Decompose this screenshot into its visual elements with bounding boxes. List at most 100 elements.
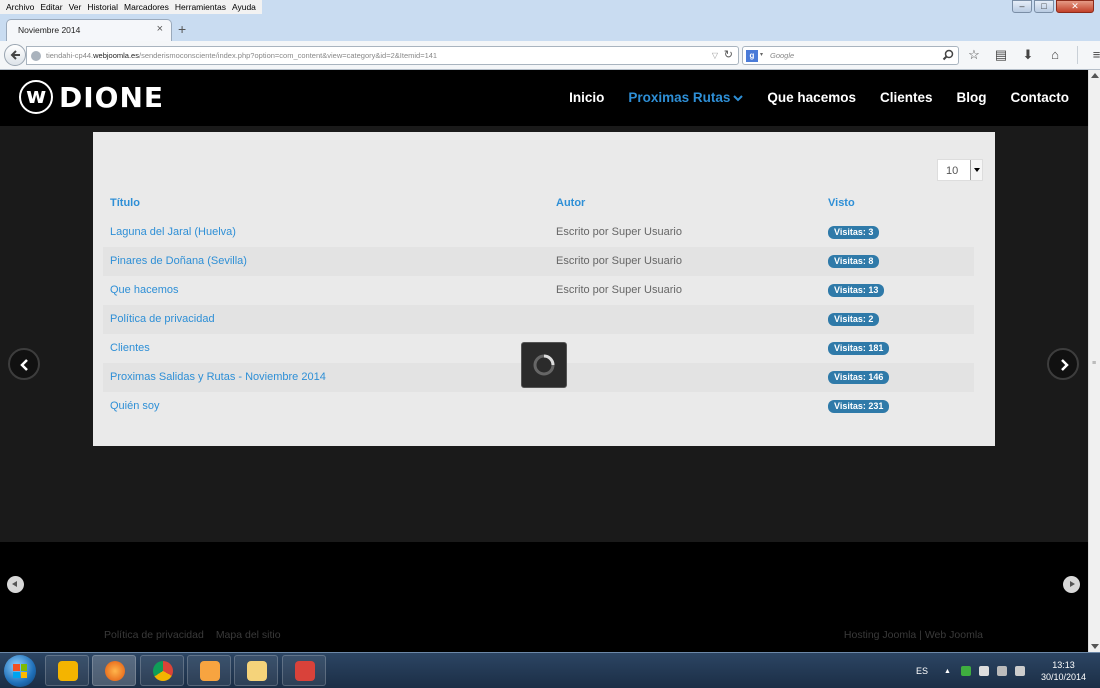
article-link[interactable]: Política de privacidad <box>110 313 215 325</box>
navigation-toolbar: tiendahi-cp44.webjoomla.es/senderismocon… <box>0 41 1100 70</box>
start-button[interactable] <box>4 655 36 687</box>
site-header: w DIONE Inicio Proximas Rutas Que hacemo… <box>0 70 1088 126</box>
tray-app-icon[interactable] <box>960 666 971 676</box>
nav-que-hacemos[interactable]: Que hacemos <box>767 90 856 105</box>
table-row: Que hacemos Escrito por Super Usuario Vi… <box>103 276 974 305</box>
site-identity-icon[interactable] <box>31 51 41 61</box>
menu-ayuda[interactable]: Ayuda <box>229 0 259 14</box>
footer-credit[interactable]: Hosting Joomla | Web Joomla <box>844 629 983 641</box>
home-icon[interactable]: ⌂ <box>1046 46 1064 64</box>
close-tab-icon[interactable]: × <box>157 23 163 35</box>
url-dropdown-icon[interactable]: ▽ <box>712 51 718 60</box>
clock-time: 13:13 <box>1052 660 1075 670</box>
next-slide-button[interactable] <box>1047 348 1079 380</box>
browser-tab[interactable]: Noviembre 2014 × <box>6 19 172 41</box>
table-row: Política de privacidad Visitas: 2 <box>103 305 974 334</box>
article-author: Escrito por Super Usuario <box>556 255 682 267</box>
firefox-icon <box>105 661 125 681</box>
menu-historial[interactable]: Historial <box>84 0 121 14</box>
site-footer: Política de privacidad Mapa del sitio Ho… <box>0 542 1088 652</box>
category-list-panel: 10 Título Autor Visto Laguna del Jaral (… <box>93 132 995 446</box>
menu-marcadores[interactable]: Marcadores <box>121 0 172 14</box>
taskbar-bing-app[interactable] <box>45 655 89 686</box>
hits-badge: Visitas: 231 <box>828 400 890 413</box>
nav-clientes[interactable]: Clientes <box>880 90 933 105</box>
page-scrollbar[interactable]: ≡ <box>1088 70 1100 652</box>
article-link[interactable]: Clientes <box>110 342 150 354</box>
article-author: Escrito por Super Usuario <box>556 226 682 238</box>
hits-badge: Visitas: 181 <box>828 342 890 355</box>
menu-ver[interactable]: Ver <box>66 0 85 14</box>
nav-contacto[interactable]: Contacto <box>1011 90 1070 105</box>
language-indicator[interactable]: ES <box>916 666 928 676</box>
nav-blog[interactable]: Blog <box>957 90 987 105</box>
google-engine-icon[interactable]: g <box>746 50 758 62</box>
search-bar[interactable]: g ▾ Google <box>742 46 959 65</box>
table-row: Pinares de Doñana (Sevilla) Escrito por … <box>103 247 974 276</box>
footer-prev-icon[interactable] <box>7 576 24 593</box>
logo-wordmark: DIONE <box>59 80 165 114</box>
chevron-down-icon <box>733 94 744 101</box>
reload-icon[interactable]: ↻ <box>724 48 733 61</box>
tray-power-icon[interactable] <box>978 666 989 676</box>
engine-dropdown-icon[interactable]: ▾ <box>760 51 763 58</box>
volume-icon[interactable] <box>1014 666 1025 676</box>
bookmark-star-icon[interactable]: ☆ <box>965 46 983 64</box>
scroll-down-icon[interactable] <box>1091 644 1099 649</box>
back-arrow-icon <box>10 50 20 60</box>
article-link[interactable]: Pinares de Doñana (Sevilla) <box>110 255 247 267</box>
maximize-button[interactable]: □ <box>1034 0 1054 13</box>
scroll-grip-icon[interactable]: ≡ <box>1092 360 1096 367</box>
taskbar-explorer-app[interactable] <box>234 655 278 686</box>
header-title[interactable]: Título <box>110 197 140 209</box>
hits-badge: Visitas: 2 <box>828 313 880 326</box>
nav-proximas-rutas[interactable]: Proximas Rutas <box>628 90 744 105</box>
scroll-up-icon[interactable] <box>1091 73 1099 78</box>
table-row: Quién soy Visitas: 231 <box>103 392 974 421</box>
article-link[interactable]: Que hacemos <box>110 284 178 296</box>
nav-proximas-rutas-label: Proximas Rutas <box>628 90 731 105</box>
limit-value: 10 <box>946 165 959 177</box>
back-button[interactable] <box>4 44 26 66</box>
taskbar-media-app[interactable] <box>187 655 231 686</box>
taskbar-firefox-app[interactable] <box>92 655 136 686</box>
menu-herramientas[interactable]: Herramientas <box>172 0 229 14</box>
clock[interactable]: 13:13 30/10/2014 <box>1041 659 1086 683</box>
downloads-icon[interactable]: ⬇ <box>1019 46 1037 64</box>
menu-editar[interactable]: Editar <box>37 0 65 14</box>
site-logo[interactable]: w DIONE <box>19 80 164 114</box>
article-link[interactable]: Laguna del Jaral (Huelva) <box>110 226 236 238</box>
taskbar-chrome-app[interactable] <box>140 655 184 686</box>
show-hidden-icons[interactable]: ▲ <box>944 668 951 675</box>
chevron-left-icon <box>20 359 28 371</box>
network-icon[interactable] <box>996 666 1007 676</box>
prev-slide-button[interactable] <box>8 348 40 380</box>
article-link[interactable]: Proximas Salidas y Rutas - Noviembre 201… <box>110 371 326 383</box>
article-link[interactable]: Quién soy <box>110 400 160 412</box>
toolbar-icons: ☆ ▤ ⬇ ⌂ ≡ <box>965 46 1100 64</box>
bing-icon <box>58 661 78 681</box>
header-author[interactable]: Autor <box>556 197 585 209</box>
close-window-button[interactable]: ✕ <box>1056 0 1094 13</box>
hamburger-menu-icon[interactable]: ≡ <box>1077 46 1100 64</box>
new-tab-icon[interactable]: + <box>178 21 186 37</box>
url-bar[interactable]: tiendahi-cp44.webjoomla.es/senderismocon… <box>26 46 739 65</box>
nav-inicio[interactable]: Inicio <box>569 90 604 105</box>
taskbar-snipping-app[interactable] <box>282 655 326 686</box>
footer-next-icon[interactable] <box>1063 576 1080 593</box>
article-author: Escrito por Super Usuario <box>556 284 682 296</box>
search-placeholder: Google <box>770 51 795 60</box>
windows-logo-icon <box>13 664 27 678</box>
system-tray: ES ▲ 13:13 30/10/2014 <box>916 653 1100 688</box>
display-limit-select[interactable]: 10 <box>937 159 983 181</box>
minimize-button[interactable]: – <box>1012 0 1032 13</box>
header-hits[interactable]: Visto <box>828 197 855 209</box>
search-icon[interactable] <box>942 49 954 61</box>
bookmarks-list-icon[interactable]: ▤ <box>992 46 1010 64</box>
footer-link-privacy[interactable]: Política de privacidad <box>104 629 204 641</box>
tab-strip: Noviembre 2014 × + <box>0 15 1100 41</box>
windows-taskbar: ES ▲ 13:13 30/10/2014 <box>0 652 1100 688</box>
select-arrow-icon[interactable] <box>970 160 982 180</box>
footer-link-sitemap[interactable]: Mapa del sitio <box>216 629 281 641</box>
menu-archivo[interactable]: Archivo <box>3 0 37 14</box>
